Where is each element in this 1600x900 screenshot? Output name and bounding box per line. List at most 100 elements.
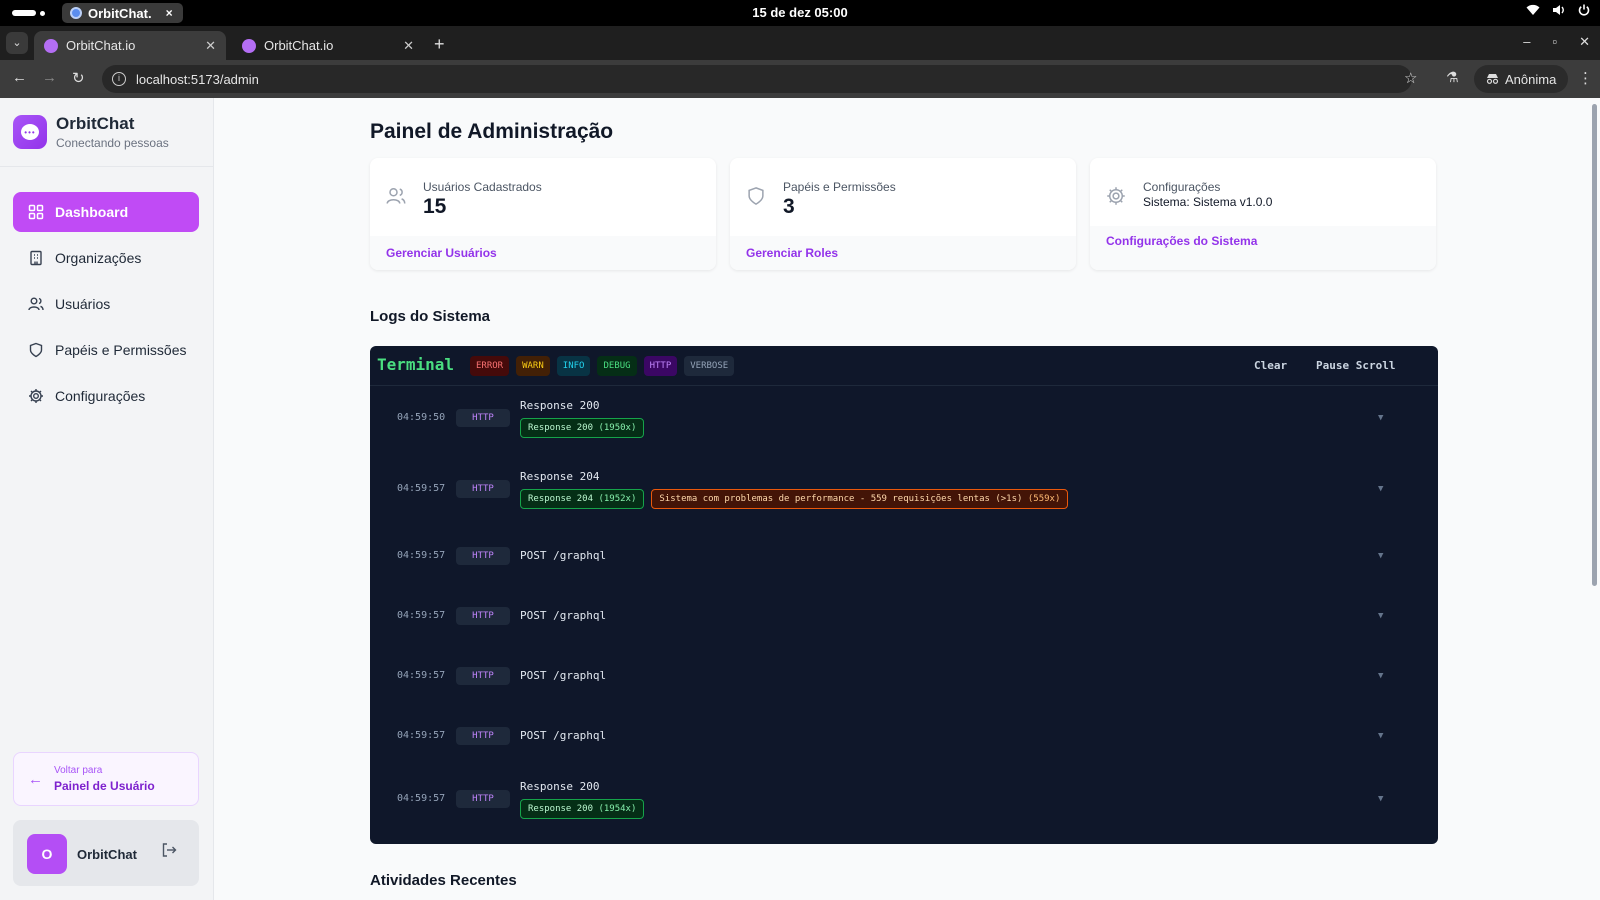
expand-chevron-down-icon[interactable]: ▼ (1378, 671, 1383, 681)
terminal-header: Terminal ERROR WARN INFO DEBUG HTTP VERB… (370, 346, 1438, 386)
sidebar-item-organizations[interactable]: Organizações (13, 238, 199, 278)
divider (0, 166, 214, 167)
stat-label: Usuários Cadastrados (423, 180, 542, 194)
avatar: O (27, 834, 67, 874)
logs-section-title: Logs do Sistema (370, 308, 491, 325)
terminal-title: Terminal (377, 355, 455, 374)
log-entry[interactable]: 04:59:57 HTTP POST /graphql ▼ (370, 602, 1438, 632)
log-time: 04:59:50 (397, 412, 446, 423)
close-window-icon[interactable]: ✕ (1579, 34, 1590, 50)
browser-tab[interactable]: OrbitChat.io ✕ (232, 31, 424, 60)
system-settings-link[interactable]: Configurações do Sistema (1106, 234, 1257, 248)
log-time: 04:59:57 (397, 670, 446, 681)
recent-activity-title: Atividades Recentes (370, 872, 517, 889)
reload-icon[interactable]: ↻ (72, 69, 85, 87)
log-entry[interactable]: 04:59:57 HTTP Response 200 Response 200 … (370, 775, 1438, 835)
sidebar: ••• OrbitChat Conectando pessoas Dashboa… (0, 98, 214, 900)
system-tray[interactable] (1526, 4, 1590, 19)
users-icon (27, 295, 45, 313)
new-tab-plus-icon[interactable]: + (434, 34, 445, 55)
sidebar-item-label: Dashboard (55, 204, 129, 220)
brand: ••• OrbitChat Conectando pessoas (13, 114, 169, 150)
back-caption: Voltar para (54, 765, 103, 776)
sidebar-item-dashboard[interactable]: Dashboard (13, 192, 199, 232)
user-card: O OrbitChat (13, 820, 199, 886)
log-message: POST /graphql (520, 729, 607, 742)
log-entry[interactable]: 04:59:57 HTTP Response 204 Response 204 … (370, 465, 1438, 525)
log-message: POST /graphql (520, 669, 607, 682)
gear-icon (27, 387, 45, 405)
log-entry[interactable]: 04:59:57 HTTP POST /graphql ▼ (370, 542, 1438, 572)
logout-icon[interactable] (161, 842, 177, 863)
tab-title: OrbitChat.io (66, 38, 136, 53)
back-arrow-icon[interactable]: ← (12, 69, 27, 86)
expand-chevron-down-icon[interactable]: ▼ (1378, 484, 1383, 494)
incognito-profile-button[interactable]: Anônima (1474, 65, 1569, 93)
profile-label: Anônima (1505, 71, 1557, 87)
filter-debug[interactable]: DEBUG (597, 356, 637, 376)
tab-search-chevron-down-icon[interactable]: ⌄ (6, 32, 28, 54)
log-entry[interactable]: 04:59:57 HTTP POST /graphql ▼ (370, 722, 1438, 752)
log-time: 04:59:57 (397, 550, 446, 561)
orbitchat-favicon-icon (242, 38, 256, 53)
pause-scroll-button[interactable]: Pause Scroll (1316, 359, 1395, 372)
stat-value: 3 (783, 195, 795, 218)
manage-users-link[interactable]: Gerenciar Usuários (386, 246, 497, 260)
wifi-icon (1526, 4, 1540, 19)
expand-chevron-down-icon[interactable]: ▼ (1378, 551, 1383, 561)
browser-tab-active[interactable]: OrbitChat.io ✕ (34, 31, 226, 60)
filter-error[interactable]: ERROR (470, 356, 510, 376)
back-to-user-panel-button[interactable]: ← Voltar para Painel de Usuário (13, 752, 199, 806)
log-level: HTTP (456, 667, 510, 685)
back-target: Painel de Usuário (54, 779, 155, 793)
bookmark-star-icon[interactable]: ☆ (1404, 69, 1417, 87)
close-tab-icon[interactable]: ✕ (403, 38, 414, 54)
site-info-icon[interactable]: i (112, 72, 126, 86)
expand-chevron-down-icon[interactable]: ▼ (1378, 413, 1383, 423)
sidebar-item-label: Configurações (55, 388, 146, 404)
minimize-icon[interactable]: – (1523, 34, 1530, 50)
clear-button[interactable]: Clear (1254, 359, 1287, 372)
sidebar-item-settings[interactable]: Configurações (13, 376, 199, 416)
filter-http[interactable]: HTTP (643, 356, 678, 376)
users-icon (386, 186, 406, 211)
log-entry[interactable]: 04:59:50 HTTP Response 200 Response 200 … (370, 394, 1438, 454)
power-icon (1578, 4, 1590, 19)
log-terminal: Terminal ERROR WARN INFO DEBUG HTTP VERB… (370, 346, 1438, 844)
brand-name: OrbitChat (56, 114, 135, 133)
log-message: Response 204 (520, 470, 600, 483)
expand-chevron-down-icon[interactable]: ▼ (1378, 794, 1383, 804)
main-content: Painel de Administração Usuários Cadastr… (214, 98, 1600, 900)
url-text: localhost:5173/admin (136, 71, 259, 87)
window-controls: – ▫ ✕ (1523, 34, 1590, 50)
filter-info[interactable]: INFO (556, 356, 591, 376)
stat-label: Configurações (1143, 180, 1221, 194)
log-level-filters: ERROR WARN INFO DEBUG HTTP VERBOSE (470, 356, 735, 376)
gear-icon (1106, 186, 1126, 211)
address-bar[interactable]: i localhost:5173/admin (102, 65, 1412, 93)
volume-icon (1552, 4, 1566, 19)
filter-warn[interactable]: WARN (516, 356, 550, 376)
sidebar-item-roles-permissions[interactable]: Papéis e Permissões (13, 330, 199, 370)
incognito-icon (1486, 72, 1499, 87)
shield-icon (746, 186, 766, 211)
filter-verbose[interactable]: VERBOSE (684, 356, 735, 376)
labs-flask-icon[interactable]: ⚗ (1446, 69, 1459, 86)
os-clock[interactable]: 15 de dez 05:00 (0, 5, 1600, 20)
brand-tagline: Conectando pessoas (56, 136, 169, 150)
browser-menu-icon[interactable]: ⋮ (1578, 69, 1593, 87)
close-tab-icon[interactable]: ✕ (205, 38, 216, 54)
expand-chevron-down-icon[interactable]: ▼ (1378, 731, 1383, 741)
page-scrollbar[interactable] (1592, 104, 1597, 586)
maximize-icon[interactable]: ▫ (1552, 34, 1557, 50)
tab-title: OrbitChat.io (264, 38, 334, 53)
manage-roles-link[interactable]: Gerenciar Roles (746, 246, 838, 260)
log-time: 04:59:57 (397, 793, 446, 804)
stat-card-users: Usuários Cadastrados 15 Gerenciar Usuári… (370, 158, 716, 270)
log-entry[interactable]: 04:59:57 HTTP POST /graphql ▼ (370, 662, 1438, 692)
forward-arrow-icon[interactable]: → (42, 69, 57, 86)
log-message: POST /graphql (520, 549, 607, 562)
sidebar-item-users[interactable]: Usuários (13, 284, 199, 324)
expand-chevron-down-icon[interactable]: ▼ (1378, 611, 1383, 621)
log-message: Response 200 (520, 780, 600, 793)
